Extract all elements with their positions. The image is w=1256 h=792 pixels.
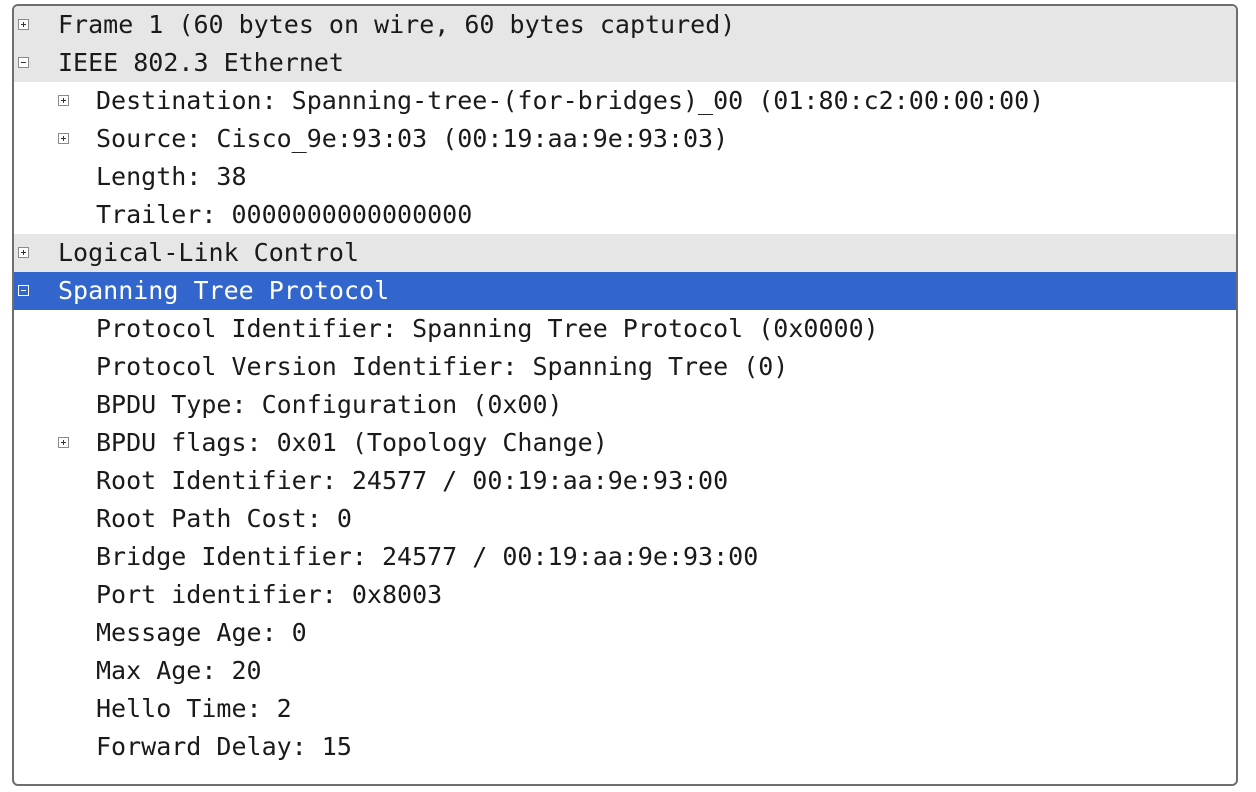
expand-plus-icon[interactable] xyxy=(18,247,29,258)
tree-item-max-age-label: Max Age: 20 xyxy=(96,656,262,685)
expand-plus-icon[interactable] xyxy=(58,133,69,144)
tree-item-max-age[interactable]: Max Age: 20 xyxy=(14,652,1236,690)
tree-item-source-label: Source: Cisco_9e:93:03 (00:19:aa:9e:93:0… xyxy=(96,124,729,153)
tree-item-port-identifier[interactable]: Port identifier: 0x8003 xyxy=(14,576,1236,614)
tree-item-ethernet-label: IEEE 802.3 Ethernet xyxy=(58,48,344,77)
tree-item-bpdu-flags[interactable]: BPDU flags: 0x01 (Topology Change) xyxy=(14,424,1236,462)
tree-item-destination-label: Destination: Spanning-tree-(for-bridges)… xyxy=(96,86,1045,115)
packet-details-pane: Frame 1 (60 bytes on wire, 60 bytes capt… xyxy=(12,4,1238,786)
tree-item-llc[interactable]: Logical-Link Control xyxy=(14,234,1236,272)
tree-item-root-identifier[interactable]: Root Identifier: 24577 / 00:19:aa:9e:93:… xyxy=(14,462,1236,500)
expand-plus-icon[interactable] xyxy=(18,19,29,30)
tree-item-frame[interactable]: Frame 1 (60 bytes on wire, 60 bytes capt… xyxy=(14,6,1236,44)
tree-item-bridge-identifier[interactable]: Bridge Identifier: 24577 / 00:19:aa:9e:9… xyxy=(14,538,1236,576)
collapse-minus-icon[interactable] xyxy=(18,285,29,296)
tree-item-bridge-identifier-label: Bridge Identifier: 24577 / 00:19:aa:9e:9… xyxy=(96,542,759,571)
tree-item-length-label: Length: 38 xyxy=(96,162,247,191)
tree-item-forward-delay[interactable]: Forward Delay: 15 xyxy=(14,728,1236,766)
tree-item-bpdu-flags-label: BPDU flags: 0x01 (Topology Change) xyxy=(96,428,608,457)
tree-item-stp-label: Spanning Tree Protocol xyxy=(58,276,390,305)
tree-item-trailer[interactable]: Trailer: 0000000000000000 xyxy=(14,196,1236,234)
tree-item-protocol-version-label: Protocol Version Identifier: Spanning Tr… xyxy=(96,352,789,381)
tree-item-port-identifier-label: Port identifier: 0x8003 xyxy=(96,580,443,609)
tree-item-ethernet[interactable]: IEEE 802.3 Ethernet xyxy=(14,44,1236,82)
tree-item-source[interactable]: Source: Cisco_9e:93:03 (00:19:aa:9e:93:0… xyxy=(14,120,1236,158)
tree-item-root-path-cost-label: Root Path Cost: 0 xyxy=(96,504,352,533)
expand-plus-icon[interactable] xyxy=(58,95,69,106)
tree-item-stp[interactable]: Spanning Tree Protocol xyxy=(14,272,1236,310)
tree-item-protocol-identifier-label: Protocol Identifier: Spanning Tree Proto… xyxy=(96,314,879,343)
tree-item-message-age[interactable]: Message Age: 0 xyxy=(14,614,1236,652)
tree-item-frame-label: Frame 1 (60 bytes on wire, 60 bytes capt… xyxy=(58,10,736,39)
tree-item-hello-time-label: Hello Time: 2 xyxy=(96,694,292,723)
expand-plus-icon[interactable] xyxy=(58,437,69,448)
tree-item-destination[interactable]: Destination: Spanning-tree-(for-bridges)… xyxy=(14,82,1236,120)
tree-item-llc-label: Logical-Link Control xyxy=(58,238,360,267)
collapse-minus-icon[interactable] xyxy=(18,57,29,68)
tree-item-protocol-identifier[interactable]: Protocol Identifier: Spanning Tree Proto… xyxy=(14,310,1236,348)
tree-item-root-path-cost[interactable]: Root Path Cost: 0 xyxy=(14,500,1236,538)
tree-item-bpdu-type[interactable]: BPDU Type: Configuration (0x00) xyxy=(14,386,1236,424)
tree-item-trailer-label: Trailer: 0000000000000000 xyxy=(96,200,473,229)
tree-item-protocol-version[interactable]: Protocol Version Identifier: Spanning Tr… xyxy=(14,348,1236,386)
tree-item-message-age-label: Message Age: 0 xyxy=(96,618,307,647)
tree-item-hello-time[interactable]: Hello Time: 2 xyxy=(14,690,1236,728)
tree-item-bpdu-type-label: BPDU Type: Configuration (0x00) xyxy=(96,390,563,419)
tree-item-forward-delay-label: Forward Delay: 15 xyxy=(96,732,352,761)
tree-item-length[interactable]: Length: 38 xyxy=(14,158,1236,196)
tree-item-root-identifier-label: Root Identifier: 24577 / 00:19:aa:9e:93:… xyxy=(96,466,729,495)
